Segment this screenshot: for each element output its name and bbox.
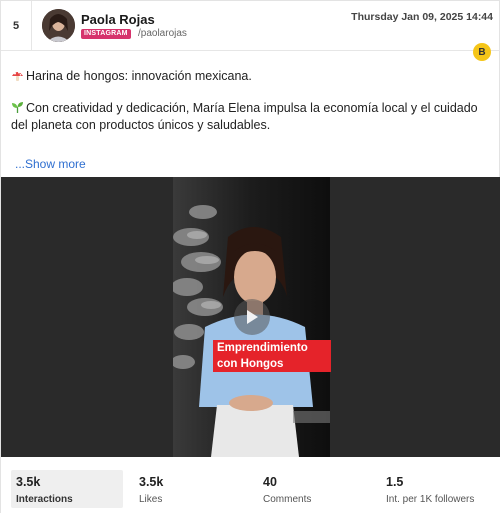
- avatar[interactable]: [42, 9, 75, 42]
- video-title-banner: Emprendimiento con Hongos: [213, 340, 331, 372]
- show-more-link[interactable]: ...Show more: [15, 157, 86, 171]
- author-handle[interactable]: /paolarojas: [138, 28, 187, 39]
- stat-value: 3.5k: [16, 475, 41, 489]
- stat-label: Interactions: [16, 494, 73, 505]
- stat-label: Likes: [139, 494, 163, 505]
- post-date: Thursday Jan 09, 2025 14:44: [351, 11, 493, 23]
- stat-value: 3.5k: [139, 475, 164, 489]
- caption-text-1: Harina de hongos: innovación mexicana.: [26, 69, 252, 83]
- stat-likes[interactable]: 3.5k Likes: [134, 470, 234, 508]
- caption-text-2: Con creatividad y dedicación, María Elen…: [11, 101, 478, 132]
- stat-comments[interactable]: 40 Comments: [258, 470, 358, 508]
- stat-interactions[interactable]: 3.5k Interactions: [11, 470, 123, 508]
- platform-badge: INSTAGRAM: [81, 29, 131, 39]
- play-button[interactable]: [234, 299, 270, 335]
- caption-line-1: Harina de hongos: innovación mexicana.: [11, 68, 493, 85]
- post-card: 5 Paola Rojas INSTAGRAM /paolarojas Thur…: [0, 0, 500, 513]
- stat-value: 1.5: [386, 475, 404, 489]
- stat-label: Comments: [263, 494, 312, 505]
- post-header: 5 Paola Rojas INSTAGRAM /paolarojas Thur…: [1, 1, 500, 51]
- author-name[interactable]: Paola Rojas: [81, 12, 155, 27]
- caption-line-2: Con creatividad y dedicación, María Elen…: [11, 100, 493, 134]
- stats-bar: 3.5k Interactions 3.5k Likes 40 Comments…: [1, 457, 500, 513]
- stat-label: Int. per 1K followers: [386, 494, 475, 505]
- b-badge: B: [473, 43, 491, 61]
- rank-number: 5: [1, 1, 32, 51]
- stat-int-per-1k[interactable]: 1.5 Int. per 1K followers: [381, 470, 496, 508]
- seedling-icon: [11, 101, 24, 114]
- video-title-line-2: con Hongos: [217, 358, 284, 370]
- video-title-line-1: Emprendimiento: [217, 342, 308, 354]
- stat-value: 40: [263, 475, 277, 489]
- play-icon: [247, 310, 258, 324]
- mushroom-icon: [11, 69, 24, 82]
